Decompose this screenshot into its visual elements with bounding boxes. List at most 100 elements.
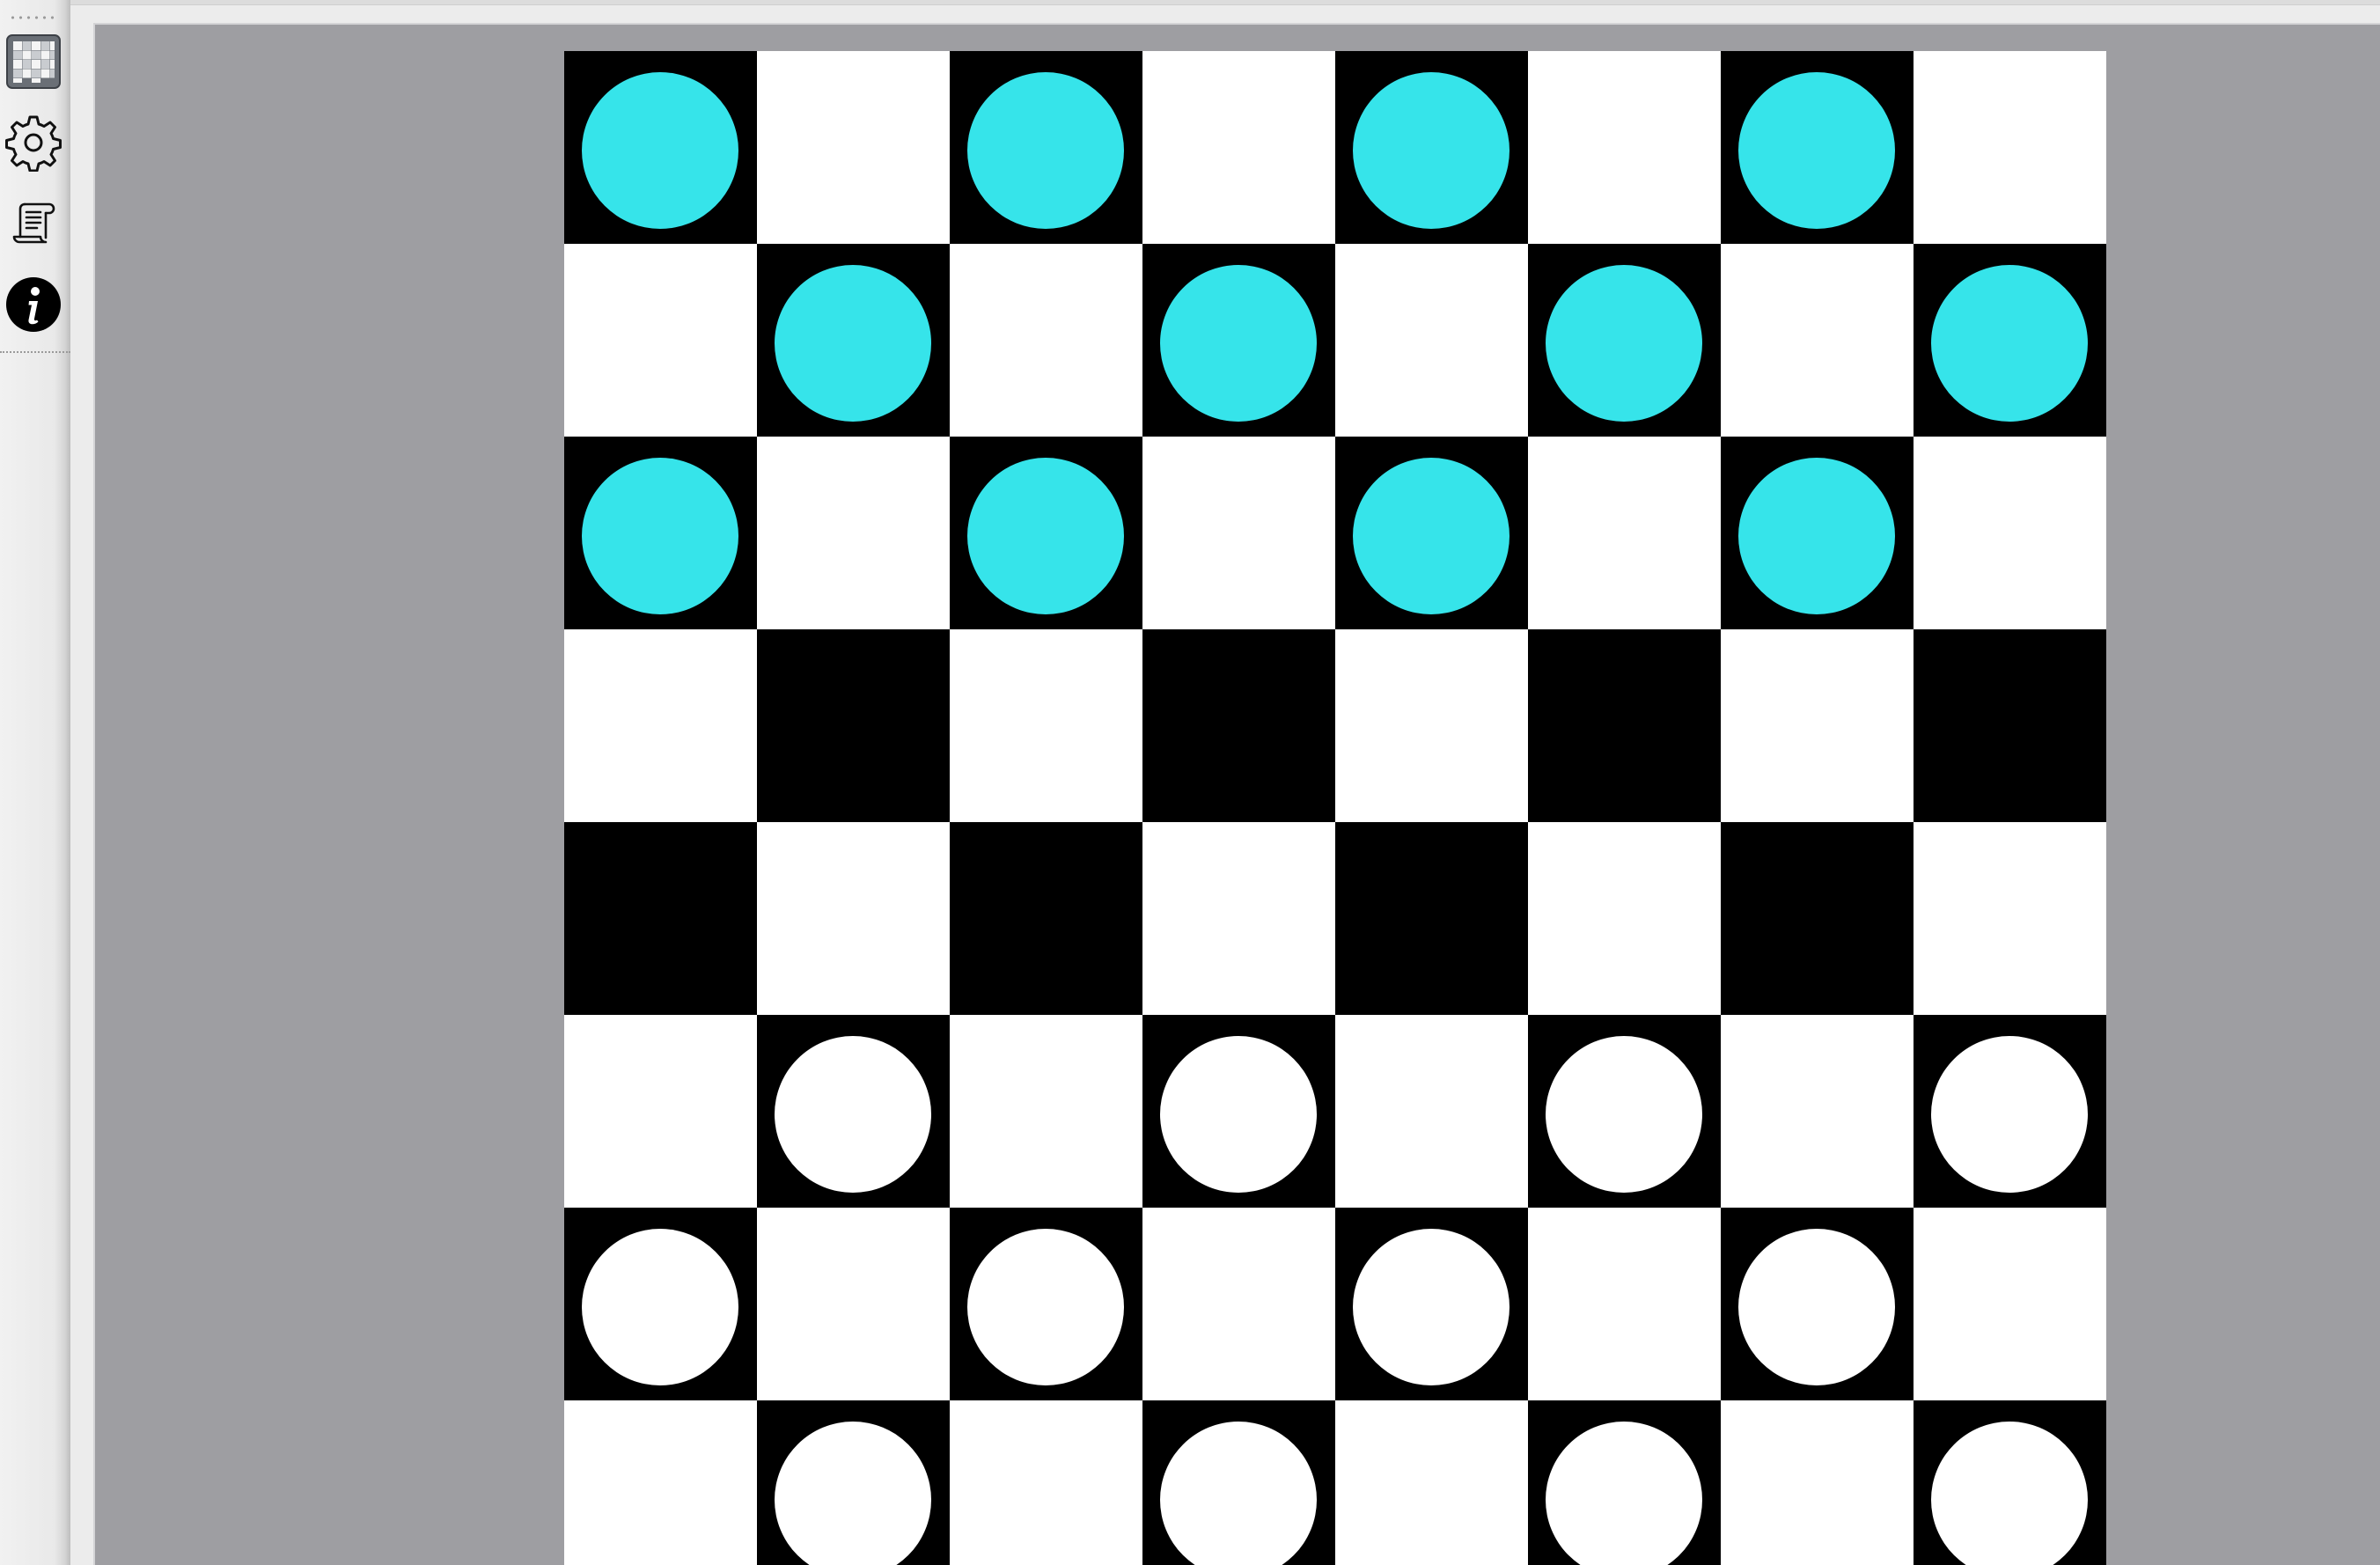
board-square[interactable] (1914, 1400, 2106, 1565)
white-checker-piece[interactable] (1546, 1422, 1702, 1565)
side-toolbar (0, 0, 70, 1565)
board-square[interactable] (1914, 244, 2106, 437)
cyan-checker-piece[interactable] (1160, 265, 1317, 422)
board-square[interactable] (1721, 1208, 1914, 1400)
board-square[interactable] (1142, 822, 1335, 1015)
board-square[interactable] (757, 1400, 950, 1565)
board-square[interactable] (950, 51, 1142, 244)
board-square[interactable] (564, 437, 757, 629)
board-square[interactable] (950, 629, 1142, 822)
cyan-checker-piece[interactable] (1931, 265, 2088, 422)
board-square[interactable] (1142, 51, 1335, 244)
white-checker-piece[interactable] (1546, 1036, 1702, 1193)
cyan-checker-piece[interactable] (1546, 265, 1702, 422)
board-square[interactable] (1914, 1208, 2106, 1400)
board-square[interactable] (1721, 244, 1914, 437)
board-square[interactable] (1335, 51, 1528, 244)
white-checker-piece[interactable] (775, 1422, 931, 1565)
white-checker-piece[interactable] (1353, 1229, 1510, 1385)
board-square[interactable] (1721, 1400, 1914, 1565)
board-square[interactable] (1528, 1015, 1721, 1208)
board-square[interactable] (757, 1015, 950, 1208)
cyan-checker-piece[interactable] (1738, 458, 1895, 614)
cyan-checker-piece[interactable] (1353, 458, 1510, 614)
white-checker-piece[interactable] (775, 1036, 931, 1193)
cyan-checker-piece[interactable] (1738, 72, 1895, 229)
cyan-checker-piece[interactable] (775, 265, 931, 422)
board-square[interactable] (1142, 1015, 1335, 1208)
white-checker-piece[interactable] (1931, 1036, 2088, 1193)
board-square[interactable] (757, 51, 950, 244)
board-square[interactable] (1528, 437, 1721, 629)
board-square[interactable] (564, 1015, 757, 1208)
board-square[interactable] (1528, 51, 1721, 244)
board-square[interactable] (1528, 822, 1721, 1015)
board-square[interactable] (1142, 244, 1335, 437)
board-square[interactable] (1721, 822, 1914, 1015)
cyan-checker-piece[interactable] (967, 72, 1124, 229)
cyan-checker-piece[interactable] (967, 458, 1124, 614)
board-square[interactable] (1721, 1015, 1914, 1208)
log-button[interactable] (4, 192, 63, 255)
info-button[interactable] (4, 273, 63, 336)
board-square[interactable] (950, 822, 1142, 1015)
board-square[interactable] (1721, 437, 1914, 629)
white-checker-piece[interactable] (1160, 1036, 1317, 1193)
board-square[interactable] (1335, 1208, 1528, 1400)
board-square[interactable] (1335, 1400, 1528, 1565)
board-square[interactable] (1335, 629, 1528, 822)
white-checker-piece[interactable] (967, 1229, 1124, 1385)
board-square[interactable] (950, 1015, 1142, 1208)
white-checker-piece[interactable] (1931, 1422, 2088, 1565)
board-square[interactable] (1335, 244, 1528, 437)
board-square[interactable] (1335, 437, 1528, 629)
board-square[interactable] (950, 437, 1142, 629)
board-square[interactable] (1914, 822, 2106, 1015)
board-square[interactable] (757, 1208, 950, 1400)
board-square[interactable] (1914, 51, 2106, 244)
board-icon (6, 34, 61, 89)
toolbar-separator (0, 351, 70, 353)
checkers-app (0, 0, 2380, 1565)
board-square[interactable] (1914, 437, 2106, 629)
board-square[interactable] (950, 1208, 1142, 1400)
board-square[interactable] (950, 244, 1142, 437)
board-square[interactable] (1142, 1208, 1335, 1400)
cyan-checker-piece[interactable] (582, 72, 738, 229)
board-square[interactable] (950, 1400, 1142, 1565)
scroll-log-icon (12, 202, 55, 244)
board-square[interactable] (1142, 629, 1335, 822)
board-square[interactable] (1528, 244, 1721, 437)
board-square[interactable] (1914, 629, 2106, 822)
board-square[interactable] (564, 1400, 757, 1565)
board-square[interactable] (1528, 629, 1721, 822)
cyan-checker-piece[interactable] (1353, 72, 1510, 229)
board-square[interactable] (1528, 1208, 1721, 1400)
board-square[interactable] (1335, 1015, 1528, 1208)
board-square[interactable] (757, 244, 950, 437)
board-square[interactable] (564, 244, 757, 437)
board-square[interactable] (1142, 437, 1335, 629)
board-square[interactable] (757, 822, 950, 1015)
board-square[interactable] (1721, 51, 1914, 244)
board-square[interactable] (1142, 1400, 1335, 1565)
board-square[interactable] (564, 51, 757, 244)
board-square[interactable] (564, 1208, 757, 1400)
toolbar-grip[interactable] (9, 16, 56, 19)
board-square[interactable] (1528, 1400, 1721, 1565)
board-square[interactable] (1335, 822, 1528, 1015)
board-square[interactable] (1914, 1015, 2106, 1208)
board-square[interactable] (564, 822, 757, 1015)
board-square[interactable] (757, 437, 950, 629)
white-checker-piece[interactable] (1738, 1229, 1895, 1385)
white-checker-piece[interactable] (582, 1229, 738, 1385)
board-canvas (93, 23, 2380, 1565)
board-square[interactable] (1721, 629, 1914, 822)
board-button[interactable] (4, 30, 63, 93)
settings-button[interactable] (4, 111, 63, 174)
checkers-board (564, 51, 2106, 1565)
board-square[interactable] (757, 629, 950, 822)
board-square[interactable] (564, 629, 757, 822)
cyan-checker-piece[interactable] (582, 458, 738, 614)
white-checker-piece[interactable] (1160, 1422, 1317, 1565)
